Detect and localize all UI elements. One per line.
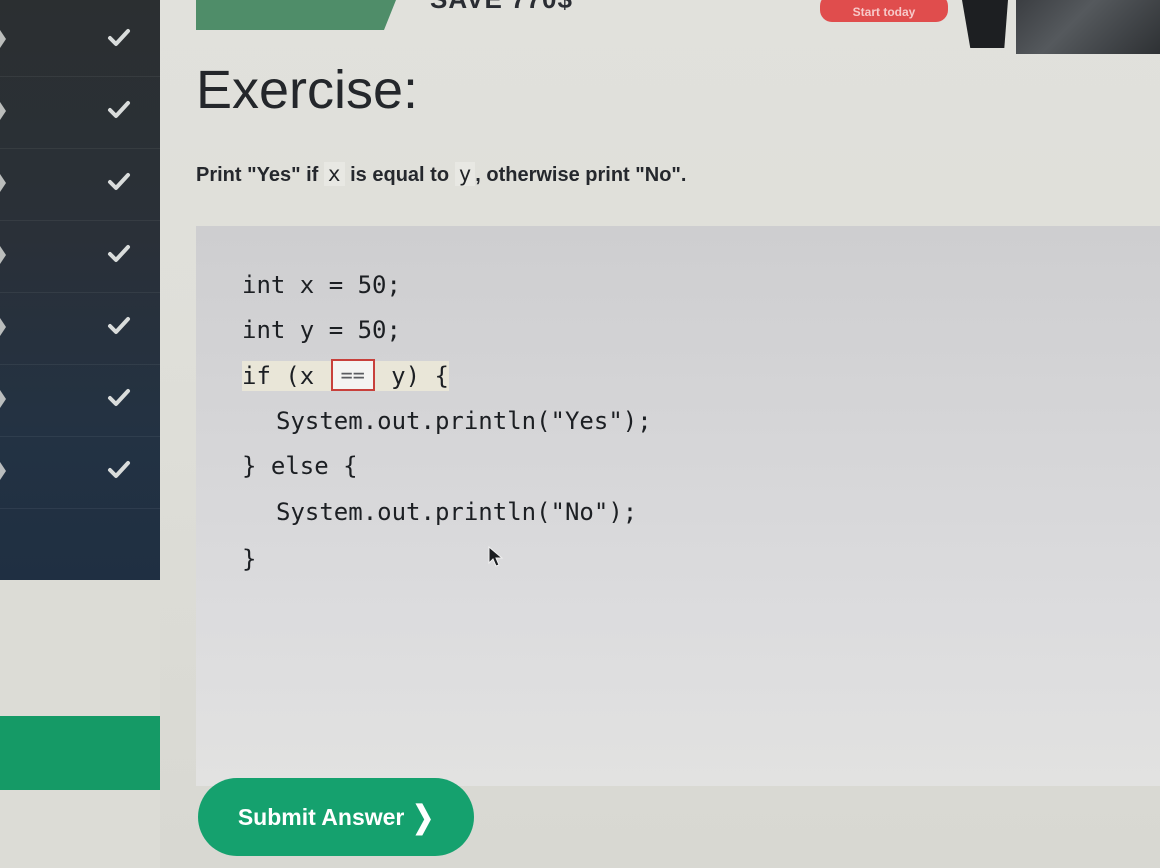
sidebar bbox=[0, 0, 160, 868]
chevron-right-icon: ❯ bbox=[412, 798, 435, 835]
arrow-right-icon bbox=[0, 390, 6, 408]
sidebar-item[interactable] bbox=[0, 292, 160, 365]
arrow-right-icon bbox=[0, 102, 6, 120]
code-line-4: System.out.println("Yes"); bbox=[276, 407, 652, 435]
start-today-button[interactable]: Start today bbox=[820, 0, 948, 22]
arrow-right-icon bbox=[0, 246, 6, 264]
sidebar-item[interactable] bbox=[0, 148, 160, 221]
code-line-3-after: y) { bbox=[376, 362, 449, 390]
code-line-6: System.out.println("No"); bbox=[276, 498, 638, 526]
sidebar-item[interactable] bbox=[0, 4, 160, 77]
code-line-3-before: if (x bbox=[242, 362, 329, 390]
code-line-2: int y = 50; bbox=[242, 316, 401, 344]
mouse-cursor-icon bbox=[488, 546, 504, 567]
check-icon bbox=[108, 461, 130, 478]
instruction-middle: is equal to bbox=[350, 164, 450, 186]
banner-image bbox=[1016, 0, 1160, 54]
check-icon bbox=[108, 245, 130, 262]
check-icon bbox=[108, 101, 130, 118]
code-line-5: } else { bbox=[242, 452, 358, 480]
arrow-right-icon bbox=[0, 318, 6, 336]
code-line-3: if (x == y) { bbox=[242, 359, 449, 391]
exercise-title: Exercise: bbox=[196, 60, 419, 120]
code-line-7: } bbox=[242, 545, 257, 573]
arrow-right-icon bbox=[0, 462, 6, 480]
sidebar-lesson-list bbox=[0, 0, 160, 580]
sidebar-item[interactable] bbox=[0, 364, 160, 437]
check-icon bbox=[108, 29, 130, 46]
promo-banner-text: SAVE 770$ bbox=[430, 0, 573, 14]
exercise-instruction: Print "Yes" if x is equal to y, otherwis… bbox=[196, 162, 686, 187]
check-icon bbox=[108, 173, 130, 190]
sidebar-item[interactable] bbox=[0, 436, 160, 509]
top-banner-green-strip bbox=[196, 0, 396, 30]
sidebar-item[interactable] bbox=[0, 220, 160, 293]
page: SAVE 770$ Start today bbox=[0, 0, 1160, 868]
sidebar-item[interactable] bbox=[0, 76, 160, 149]
answer-blank-input[interactable]: == bbox=[330, 359, 375, 391]
code-line-1: int x = 50; bbox=[242, 271, 401, 299]
inline-code-x: x bbox=[323, 162, 345, 186]
sidebar-active-item[interactable] bbox=[0, 716, 160, 790]
instruction-prefix: Print "Yes" if bbox=[196, 164, 319, 186]
instruction-suffix: , otherwise print "No". bbox=[475, 164, 687, 186]
arrow-right-icon bbox=[0, 30, 6, 48]
sidebar-item[interactable] bbox=[0, 508, 160, 580]
submit-answer-button[interactable]: Submit Answer ❯ bbox=[198, 778, 474, 856]
code-editor: int x = 50; int y = 50; if (x == y) { Sy… bbox=[196, 226, 1160, 786]
check-icon bbox=[108, 317, 130, 334]
inline-code-y: y bbox=[454, 162, 476, 186]
submit-answer-label: Submit Answer bbox=[237, 803, 405, 830]
arrow-right-icon bbox=[0, 174, 6, 192]
banner-dark-shape bbox=[962, 0, 1008, 48]
check-icon bbox=[108, 389, 130, 406]
